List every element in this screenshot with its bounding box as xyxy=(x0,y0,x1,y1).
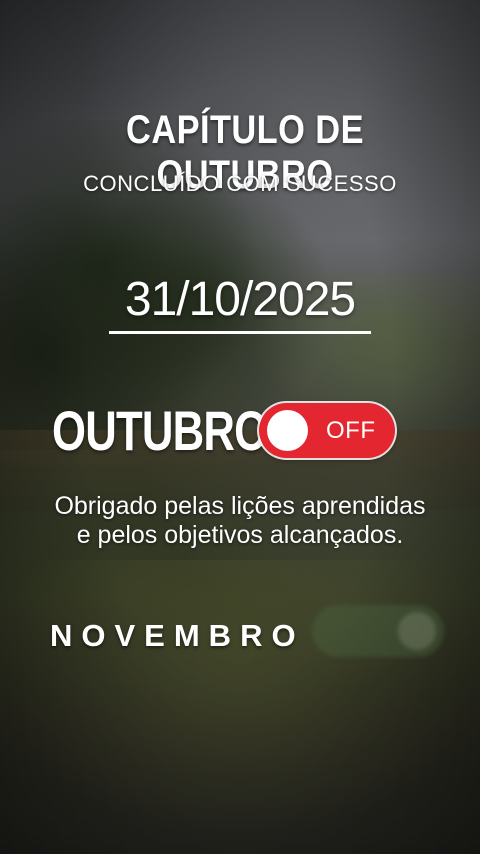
faded-toggle-knob xyxy=(398,612,436,650)
date-text: 31/10/2025 xyxy=(124,273,356,326)
month-toggle-switch[interactable]: OFF xyxy=(259,403,395,458)
overlay-content: CAPÍTULO DE OUTUBRO CONCLUÍDO COM SUCESS… xyxy=(0,0,480,854)
toggle-state-label: OFF xyxy=(326,417,376,444)
page-subtitle: CONCLUÍDO COM SUCESSO xyxy=(83,171,397,196)
next-month-toggle-switch[interactable] xyxy=(312,605,444,657)
toggle-knob xyxy=(267,410,308,451)
message-line-1: Obrigado pelas lições aprendidas xyxy=(54,492,426,520)
date-underline xyxy=(109,331,371,334)
next-month-label: NOVEMBRO xyxy=(50,618,305,653)
current-month-label: OUTUBRO xyxy=(52,399,268,462)
message-line-2: e pelos objetivos alcançados. xyxy=(76,521,404,549)
thank-you-message: Obrigado pelas lições aprendidas e pelos… xyxy=(0,492,480,550)
